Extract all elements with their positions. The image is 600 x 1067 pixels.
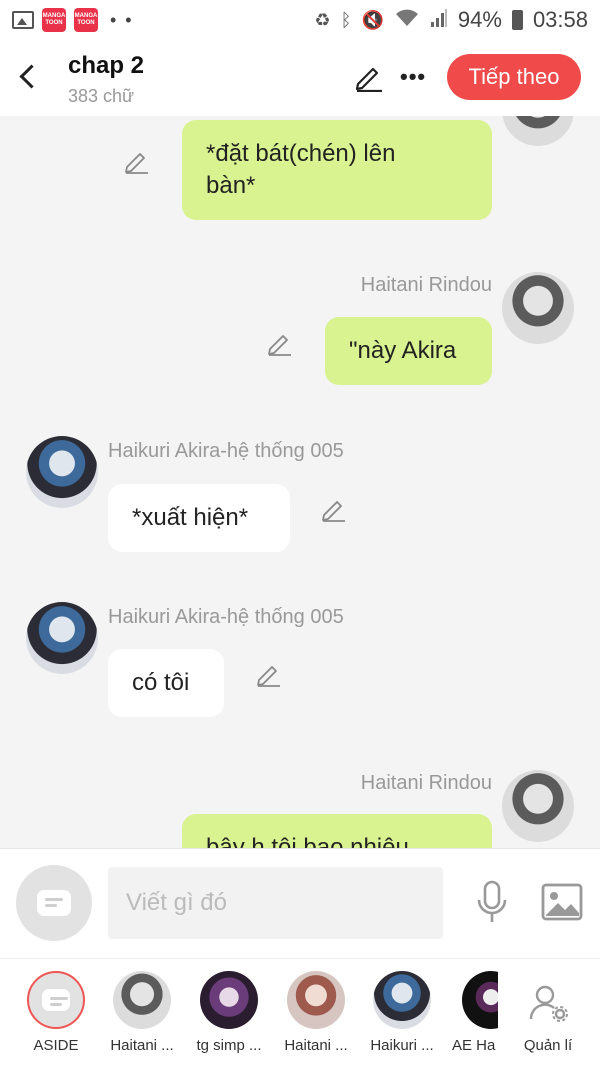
message-bubble[interactable]: *đặt bát(chén) lên bàn* bbox=[182, 120, 492, 220]
chat-area[interactable]: *đặt bát(chén) lên bàn* Haitani Rindou "… bbox=[0, 116, 600, 848]
chapter-title: chap 2 bbox=[68, 52, 145, 79]
battery-percent: 94% bbox=[457, 7, 502, 32]
edit-message-icon[interactable] bbox=[124, 148, 150, 174]
status-bar: MANGA TOON MANGA TOON • • ♻ ᛒ 🔇 94% 03:5… bbox=[0, 0, 600, 40]
chapter-header: chap 2 383 chữ ••• Tiếp theo bbox=[0, 40, 600, 116]
message-text: bàn* bbox=[206, 172, 256, 199]
edit-chapter-button[interactable] bbox=[354, 62, 384, 93]
tab-character[interactable]: tg simp ... bbox=[189, 969, 269, 1065]
tab-label: Quản lí bbox=[523, 1037, 573, 1054]
character-avatar bbox=[287, 971, 345, 1029]
character-avatar bbox=[373, 971, 431, 1029]
battery-icon bbox=[511, 10, 523, 30]
aside-toggle-button[interactable] bbox=[16, 865, 92, 941]
tab-label: Haitani ... bbox=[110, 1037, 174, 1054]
edit-message-icon[interactable] bbox=[256, 661, 282, 687]
bluetooth-icon: ᛒ bbox=[340, 9, 352, 30]
character-tab-bar: ASIDE Haitani ... tg simp ... Haitani ..… bbox=[0, 958, 600, 1067]
avatar-haikuri-akira[interactable] bbox=[26, 602, 98, 674]
back-button[interactable] bbox=[16, 62, 40, 90]
signal-icon bbox=[430, 8, 448, 33]
mute-icon: 🔇 bbox=[361, 9, 384, 30]
tab-character[interactable]: Haitani ... bbox=[276, 969, 356, 1065]
speaker-name: Haikuri Akira-hệ thống 005 bbox=[108, 606, 344, 628]
more-options-button[interactable]: ••• bbox=[400, 64, 426, 90]
tab-character[interactable]: AE Ha bbox=[440, 969, 498, 1065]
avatar-haikuri-akira[interactable] bbox=[26, 436, 98, 508]
message-bubble[interactable]: bây h tôi bao nhiêu bbox=[182, 814, 492, 848]
image-picker-icon[interactable] bbox=[541, 883, 583, 921]
aside-tab-icon bbox=[27, 971, 85, 1029]
pencil-icon bbox=[355, 67, 382, 93]
speaker-name: Haikuri Akira-hệ thống 005 bbox=[108, 440, 344, 462]
edit-message-icon[interactable] bbox=[267, 330, 293, 356]
tab-label: ASIDE bbox=[33, 1037, 79, 1054]
next-chapter-button[interactable]: Tiếp theo bbox=[447, 54, 581, 100]
manage-characters-icon bbox=[529, 985, 568, 1022]
character-avatar bbox=[113, 971, 171, 1029]
message-text: có tôi bbox=[132, 669, 190, 696]
character-avatar bbox=[200, 971, 258, 1029]
tab-character[interactable]: Haikuri ... bbox=[362, 969, 442, 1065]
avatar-haitani-rindou[interactable] bbox=[502, 116, 574, 146]
tab-character[interactable]: Haitani ... bbox=[102, 969, 182, 1065]
tab-manage[interactable]: Quản lí bbox=[508, 969, 588, 1065]
tab-label: Haitani ... bbox=[284, 1037, 348, 1054]
message-text: bây h tôi bao nhiêu bbox=[206, 834, 409, 848]
message-bubble[interactable]: có tôi bbox=[108, 649, 224, 717]
aside-icon bbox=[37, 890, 71, 916]
message-bubble[interactable]: "này Akira bbox=[325, 317, 492, 385]
message-bubble[interactable]: *xuất hiện* bbox=[108, 484, 290, 552]
speaker-name: Haitani Rindou bbox=[360, 274, 492, 296]
word-count: 383 chữ bbox=[68, 86, 135, 106]
wifi-icon bbox=[394, 8, 420, 33]
message-text: *đặt bát(chén) lên bbox=[206, 140, 396, 167]
tab-label: Haikuri ... bbox=[370, 1037, 434, 1054]
gallery-icon bbox=[12, 11, 34, 29]
message-text: *xuất hiện* bbox=[132, 504, 249, 531]
message-input[interactable] bbox=[108, 867, 443, 939]
clock: 03:58 bbox=[532, 7, 588, 32]
tab-aside[interactable]: ASIDE bbox=[16, 969, 96, 1065]
avatar-haitani-rindou[interactable] bbox=[502, 770, 574, 842]
speaker-name: Haitani Rindou bbox=[360, 772, 492, 794]
mangatoon-app-icon: MANGA TOON bbox=[42, 8, 66, 32]
microphone-icon[interactable] bbox=[474, 879, 510, 925]
tab-label: tg simp ... bbox=[196, 1037, 262, 1054]
tab-label: AE Ha bbox=[452, 1037, 496, 1054]
mangatoon-app-icon-2: MANGA TOON bbox=[74, 8, 98, 32]
avatar-haitani-rindou[interactable] bbox=[502, 272, 574, 344]
message-text: "này Akira bbox=[349, 337, 457, 364]
more-notifications-indicator: • • bbox=[110, 9, 134, 30]
character-avatar bbox=[462, 971, 498, 1029]
message-composer bbox=[0, 848, 600, 958]
recycle-icon: ♻ bbox=[314, 9, 331, 30]
edit-message-icon[interactable] bbox=[321, 496, 347, 522]
